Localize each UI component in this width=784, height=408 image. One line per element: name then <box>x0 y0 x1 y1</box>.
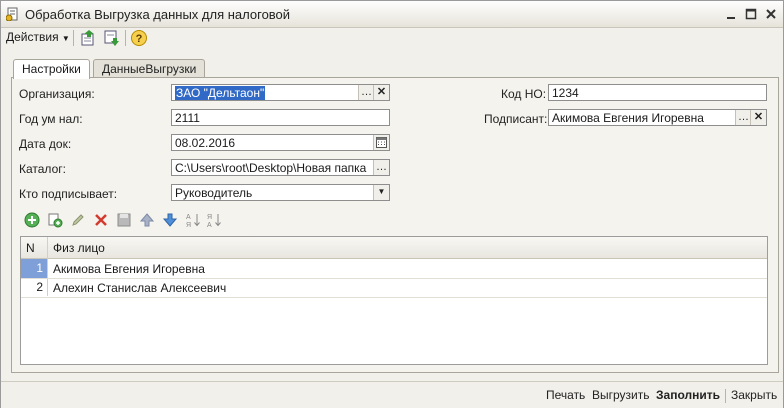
upload-icon[interactable] <box>79 29 97 47</box>
help-icon[interactable]: ? <box>130 29 148 47</box>
download-icon[interactable] <box>102 29 120 47</box>
calendar-icon[interactable] <box>373 135 389 150</box>
kod-no-field[interactable]: 1234 <box>548 84 767 101</box>
dropdown-arrow-icon: ▼ <box>61 34 70 43</box>
svg-text:А: А <box>186 214 191 221</box>
year-label: Год ум нал: <box>19 112 83 126</box>
row-fio: Акимова Евгения Игоревна <box>53 262 205 276</box>
svg-text:?: ? <box>136 33 143 45</box>
signatory-label: Подписант: <box>484 112 548 126</box>
signer-type-select[interactable]: Руководитель ▼ <box>171 184 390 201</box>
sort-asc-icon[interactable]: А Я <box>185 212 201 228</box>
signatory-select-button[interactable]: … <box>735 110 751 125</box>
edit-icon[interactable] <box>70 212 86 228</box>
bottom-separator <box>725 389 726 403</box>
date-value: 08.02.2016 <box>175 136 236 150</box>
minimize-icon[interactable] <box>724 7 738 21</box>
date-field[interactable]: 08.02.2016 <box>171 134 390 151</box>
catalog-label: Каталог: <box>19 162 66 176</box>
row-number: 1 <box>21 259 47 278</box>
column-header-fio[interactable]: Физ лицо <box>53 241 105 255</box>
row-fio: Алехин Станислав Алексеевич <box>53 281 227 295</box>
svg-text:Я: Я <box>207 214 212 221</box>
close-icon[interactable] <box>764 7 778 21</box>
svg-text:Я: Я <box>186 222 191 228</box>
organization-field[interactable]: ЗАО "Дельтаон" … ✕ <box>171 84 390 101</box>
catalog-field[interactable]: C:\Users\root\Desktop\Новая папка … <box>171 159 390 176</box>
year-field[interactable]: 2111 <box>171 109 390 126</box>
save-icon[interactable] <box>116 212 132 228</box>
signatory-clear-button[interactable]: ✕ <box>750 110 766 125</box>
tab-settings[interactable]: Настройки <box>13 59 90 79</box>
maximize-icon[interactable] <box>744 7 758 21</box>
actions-menu[interactable]: Действия ▼ <box>6 30 70 44</box>
export-button[interactable]: Выгрузить <box>592 388 650 402</box>
move-up-icon[interactable] <box>139 212 155 228</box>
table-row[interactable]: 1 Акимова Евгения Игоревна <box>21 259 767 279</box>
individuals-table[interactable]: N Физ лицо 1 Акимова Евгения Игоревна 2 … <box>20 236 768 365</box>
main-toolbar: Действия ▼ ? <box>1 28 783 48</box>
actions-label: Действия <box>6 30 59 44</box>
move-down-icon[interactable] <box>162 212 178 228</box>
table-header: N Физ лицо <box>21 237 767 259</box>
date-label: Дата док: <box>19 137 72 151</box>
column-header-n[interactable]: N <box>26 241 35 255</box>
tab-settings-label: Настройки <box>22 62 81 76</box>
window-title: Обработка Выгрузка данных для налоговой <box>25 7 291 22</box>
kod-no-value: 1234 <box>552 86 579 100</box>
add-icon[interactable] <box>24 212 40 228</box>
organization-clear-button[interactable]: ✕ <box>373 85 389 100</box>
row-number: 2 <box>36 280 43 294</box>
organization-label: Организация: <box>19 87 95 101</box>
year-value: 2111 <box>175 111 200 125</box>
tab-export-data-label: ДанныеВыгрузки <box>102 62 197 76</box>
signatory-field[interactable]: Акимова Евгения Игоревна … ✕ <box>548 109 767 126</box>
table-row[interactable]: 2 Алехин Станислав Алексеевич <box>21 278 767 298</box>
organization-select-button[interactable]: … <box>358 85 374 100</box>
catalog-value: C:\Users\root\Desktop\Новая папка <box>175 161 367 175</box>
app-form-icon <box>6 7 18 21</box>
signatory-value: Акимова Евгения Игоревна <box>552 111 704 125</box>
catalog-browse-button[interactable]: … <box>373 160 389 175</box>
chevron-down-icon[interactable]: ▼ <box>373 185 389 200</box>
delete-icon[interactable] <box>93 212 109 228</box>
title-bar: Обработка Выгрузка данных для налоговой <box>1 1 783 28</box>
svg-text:А: А <box>207 222 212 228</box>
print-button[interactable]: Печать <box>546 388 585 402</box>
organization-value: ЗАО "Дельтаон" <box>175 86 266 100</box>
kod-no-label: Код НО: <box>501 87 547 101</box>
bottom-bar: Печать Выгрузить Заполнить Закрыть <box>1 381 783 408</box>
tab-export-data[interactable]: ДанныеВыгрузки <box>93 59 206 78</box>
signer-type-label: Кто подписывает: <box>19 187 118 201</box>
close-button[interactable]: Закрыть <box>731 388 777 402</box>
signer-type-value: Руководитель <box>175 186 253 200</box>
processing-window: Обработка Выгрузка данных для налоговой … <box>0 0 784 408</box>
copy-icon[interactable] <box>47 212 63 228</box>
toolbar-separator <box>125 30 126 46</box>
toolbar-separator <box>73 30 74 46</box>
sort-desc-icon[interactable]: Я А <box>206 212 222 228</box>
fill-button[interactable]: Заполнить <box>656 388 720 402</box>
